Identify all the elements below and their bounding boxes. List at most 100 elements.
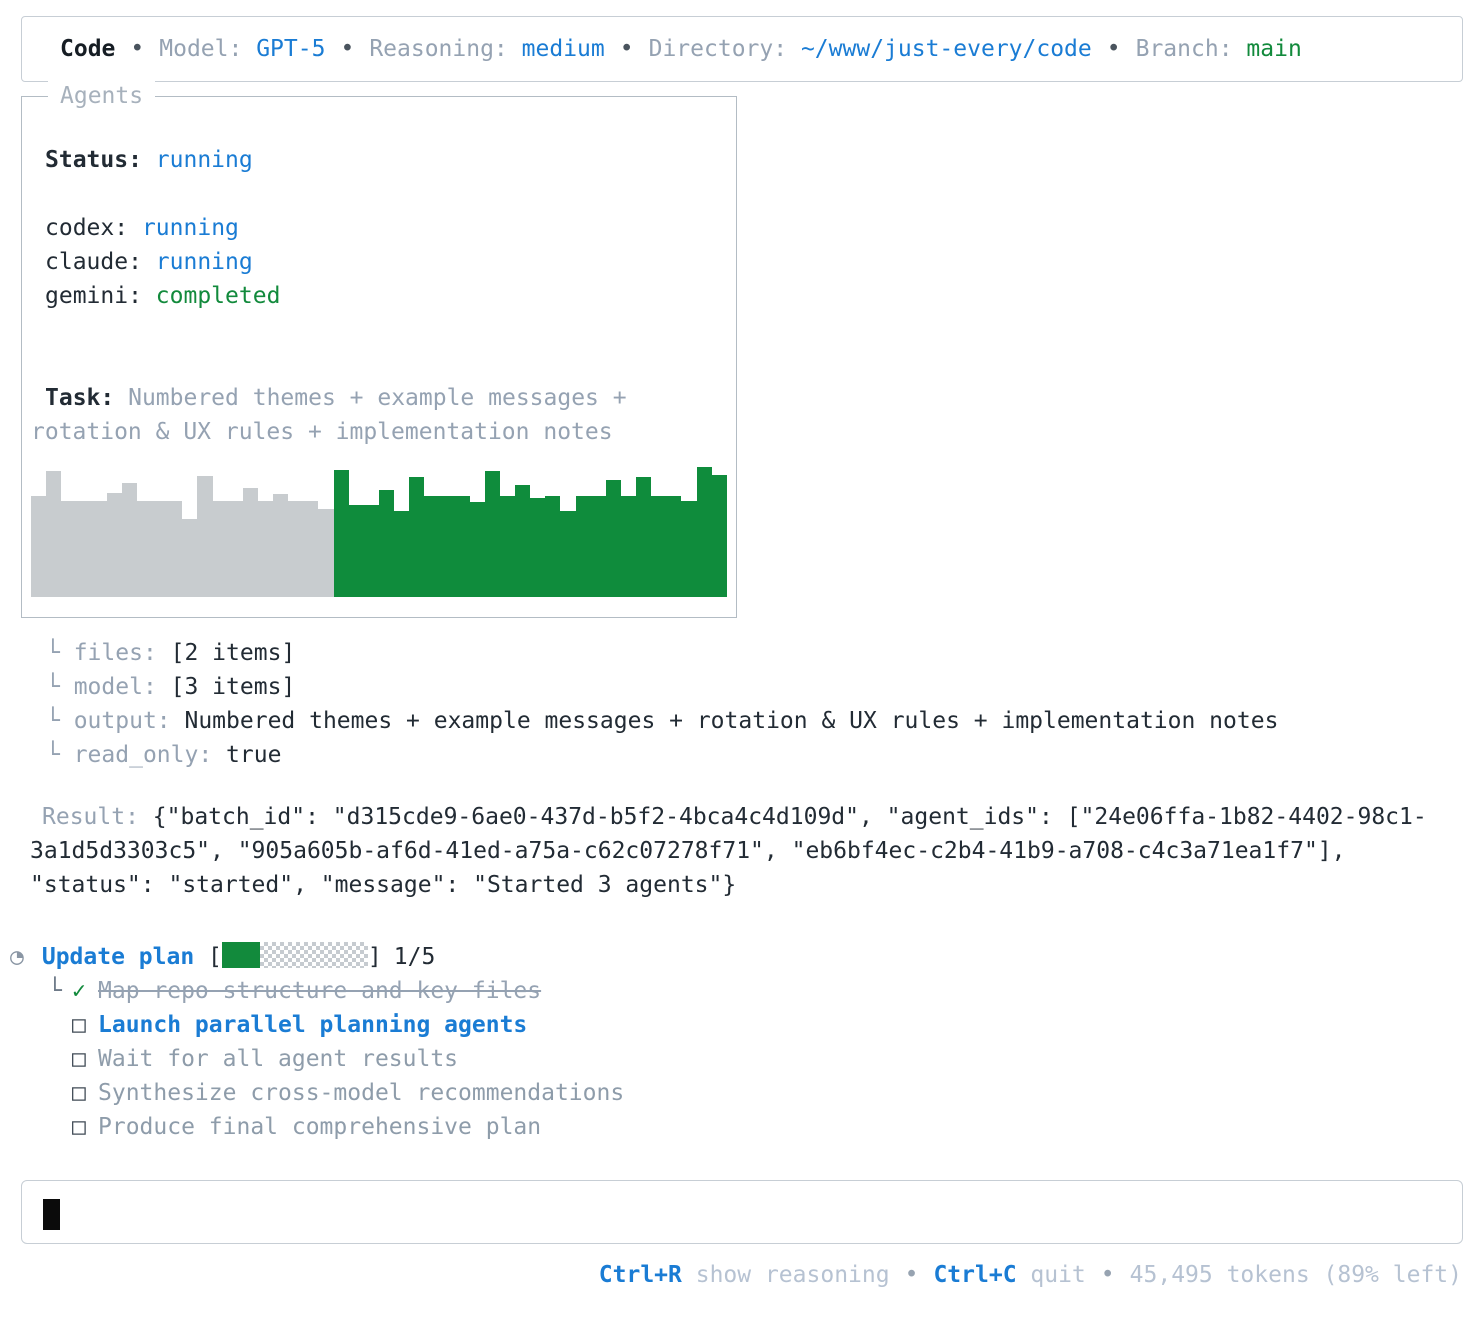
composer-input[interactable] — [21, 1180, 1463, 1244]
reasoning-value: medium — [521, 36, 605, 62]
plan-item: □ Synthesize cross-model recommendations — [48, 1076, 1484, 1110]
activity-bar — [333, 469, 349, 597]
directory-label: Directory: — [648, 36, 788, 62]
bullet-separator: • — [130, 36, 145, 62]
detail-row: └ files: [2 items] — [46, 636, 1484, 670]
agent-name: gemini: — [45, 283, 142, 309]
activity-bar — [636, 477, 652, 597]
shortcut-show-reasoning-label: show reasoning — [681, 1262, 890, 1288]
plan-item: □ Wait for all agent results — [48, 1042, 1484, 1076]
detail-key: files: — [73, 640, 171, 666]
progress-bracket-open: [ — [208, 944, 222, 970]
activity-bar — [318, 508, 334, 597]
agents-panel-title: Agents — [48, 79, 156, 113]
plan-item-label: Map repo structure and key files — [98, 978, 542, 1004]
activity-bar — [152, 500, 168, 597]
bullet-separator: • — [1106, 36, 1121, 62]
progress-count: 1/5 — [393, 944, 436, 970]
activity-bar — [197, 476, 213, 597]
checkbox-icon: □ — [72, 1046, 86, 1072]
agents-panel: Agents Status: running codex: running cl… — [21, 79, 737, 618]
detail-value: true — [226, 742, 282, 768]
agent-state: completed — [155, 283, 281, 309]
tree-branch-icon: └ — [46, 674, 74, 700]
activity-bar — [31, 495, 47, 597]
detail-key: model: — [73, 674, 171, 700]
activity-bar — [136, 500, 152, 597]
activity-bar — [515, 485, 531, 597]
activity-bar — [545, 495, 561, 597]
agent-row: claude: running — [45, 245, 722, 279]
activity-bar — [242, 487, 258, 597]
bullet-separator: • — [904, 1262, 919, 1288]
tree-branch-icon: └ — [46, 640, 74, 666]
tree-branch-icon: └ — [48, 978, 62, 1004]
plan-item-label: Produce final comprehensive plan — [98, 1114, 542, 1140]
plan-item: □ Launch parallel planning agents — [48, 1008, 1484, 1042]
activity-bar — [409, 477, 425, 597]
activity-bar — [575, 495, 591, 597]
task-text: Task: Numbered themes + example messages… — [31, 385, 627, 445]
activity-bar — [76, 500, 92, 597]
agent-details: └ files: [2 items] └ model: [3 items] └ … — [46, 636, 1484, 772]
detail-value: Numbered themes + example messages + rot… — [184, 708, 1279, 734]
activity-bar — [424, 495, 440, 597]
result-json: {"batch_id": "d315cde9-6ae0-437d-b5f2-4b… — [30, 804, 1427, 898]
activity-bar — [378, 490, 394, 597]
tree-branch-icon: └ — [46, 708, 74, 734]
agent-state: running — [141, 215, 239, 241]
status-value: running — [155, 147, 253, 173]
activity-bar — [711, 474, 727, 597]
progress-bar-fill — [221, 942, 260, 968]
tree-branch-icon: └ — [46, 742, 74, 768]
detail-row: └ model: [3 items] — [46, 670, 1484, 704]
activity-bar — [620, 495, 636, 597]
activity-bar — [696, 467, 712, 597]
text-cursor — [43, 1199, 60, 1230]
detail-key: output: — [73, 708, 185, 734]
agent-name: claude: — [45, 249, 142, 275]
agent-state: running — [155, 249, 253, 275]
task-label: Task: — [45, 385, 115, 411]
activity-bar — [212, 500, 228, 597]
activity-bar — [348, 504, 364, 597]
model-value: GPT-5 — [256, 36, 326, 62]
activity-bar — [666, 495, 682, 597]
plan-item-label: Wait for all agent results — [98, 1046, 459, 1072]
detail-key: read_only: — [73, 742, 227, 768]
bullet-separator: • — [340, 36, 355, 62]
shortcut-show-reasoning-key: Ctrl+R — [598, 1262, 682, 1288]
activity-bar — [590, 495, 606, 597]
activity-bar — [46, 470, 62, 597]
activity-bar — [560, 511, 576, 597]
shortcut-quit-label: quit — [1016, 1262, 1086, 1288]
result-label: Result: — [42, 804, 153, 830]
spinner-icon: ◔ — [10, 944, 24, 970]
activity-bar — [394, 511, 410, 597]
branch-label: Branch: — [1135, 36, 1233, 62]
activity-bar — [363, 504, 379, 597]
branch-value: main — [1246, 36, 1302, 62]
activity-bar — [651, 495, 667, 597]
activity-bar — [257, 500, 273, 597]
plan-items: └ ✓ Map repo structure and key files □ Laun… — [48, 974, 1484, 1144]
activity-bar — [91, 500, 107, 597]
plan-header: ◔ Update plan [] 1/5 — [0, 940, 1484, 974]
plan-item: □ Produce final comprehensive plan — [48, 1110, 1484, 1144]
directory-value: ~/www/just-every/code — [800, 36, 1092, 62]
shortcut-quit-key: Ctrl+C — [933, 1262, 1017, 1288]
activity-bar — [530, 498, 546, 597]
check-icon: ✓ — [72, 978, 86, 1004]
checkbox-icon: □ — [72, 1114, 86, 1140]
progress-bracket-close: ] — [367, 944, 382, 970]
activity-bar — [681, 500, 697, 597]
checkbox-icon: □ — [72, 1080, 86, 1106]
app-name: Code — [60, 36, 116, 62]
plan-item: └ ✓ Map repo structure and key files — [48, 974, 1484, 1008]
activity-bar — [454, 495, 470, 597]
activity-bar — [273, 494, 289, 597]
status-bar: Code • Model: GPT-5 • Reasoning: medium • Dire… — [21, 16, 1463, 82]
status-label: Status: — [45, 147, 142, 173]
detail-value: [3 items] — [170, 674, 296, 700]
activity-bar — [121, 482, 137, 597]
